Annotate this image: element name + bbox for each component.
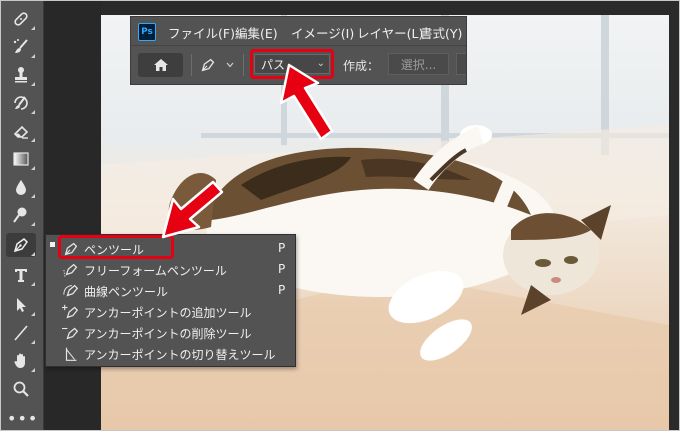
zoom-tool[interactable] bbox=[6, 377, 36, 401]
eraser-icon bbox=[13, 125, 29, 139]
home-icon bbox=[153, 59, 168, 71]
blur-tool[interactable] bbox=[6, 175, 36, 199]
menu-edit[interactable]: 編集(E) bbox=[235, 23, 278, 42]
stamp-icon bbox=[15, 67, 27, 83]
tools-panel: ••• bbox=[1, 1, 44, 430]
red-arrow-icon bbox=[161, 180, 224, 239]
type-tool[interactable] bbox=[6, 263, 36, 287]
line-icon bbox=[14, 325, 28, 341]
menu-file[interactable]: ファイル(F) bbox=[168, 23, 235, 42]
more-tools-icon[interactable]: ••• bbox=[7, 409, 38, 428]
history-brush-tool[interactable] bbox=[6, 91, 36, 115]
shortcut-key: P bbox=[278, 241, 286, 255]
add-anchor-point-icon bbox=[62, 304, 79, 319]
flyout-item-curvature-pen[interactable]: 曲線ペンツール P bbox=[46, 280, 295, 300]
pen-tool[interactable] bbox=[6, 233, 36, 257]
shortcut-key: P bbox=[278, 262, 286, 276]
flyout-item-freeform-pen[interactable]: フリーフォームペンツール P bbox=[46, 259, 295, 279]
history-brush-icon bbox=[14, 96, 28, 110]
delete-anchor-point-icon bbox=[62, 327, 79, 340]
healing-brush-tool[interactable] bbox=[6, 7, 36, 31]
flyout-item-delete-anchor[interactable]: アンカーポイントの削除ツール bbox=[46, 322, 295, 342]
bandage-icon bbox=[14, 12, 28, 26]
gradient-tool[interactable] bbox=[6, 147, 36, 171]
pen-icon bbox=[201, 58, 215, 72]
clone-stamp-tool[interactable] bbox=[6, 63, 36, 87]
flyout-item-label: アンカーポイントの切り替えツール bbox=[84, 348, 276, 362]
flyout-item-convert-anchor[interactable]: アンカーポイントの切り替えツール bbox=[46, 343, 295, 363]
screenshot-frame: ••• Ps ファイル(F) 編集(E) イメージ(I) レイヤー(L) 書式(… bbox=[0, 0, 680, 431]
flyout-item-label: フリーフォームペンツール bbox=[84, 264, 227, 278]
line-tool[interactable] bbox=[6, 321, 36, 345]
photoshop-logo-icon: Ps bbox=[138, 23, 156, 41]
tool-preset-picker[interactable] bbox=[199, 54, 237, 76]
pen-icon bbox=[13, 238, 28, 253]
mask-button[interactable] bbox=[456, 53, 466, 75]
freeform-pen-icon bbox=[63, 263, 78, 278]
menu-image[interactable]: イメージ(I) bbox=[291, 23, 354, 42]
red-arrow-icon bbox=[279, 63, 334, 141]
dodge-icon bbox=[13, 207, 27, 223]
chevron-down-icon bbox=[226, 62, 234, 68]
flyout-item-label: アンカーポイントの削除ツール bbox=[84, 327, 252, 341]
menu-bar: Ps ファイル(F) 編集(E) イメージ(I) レイヤー(L) 書式(Y) bbox=[131, 17, 466, 46]
make-selection-button[interactable]: 選択... bbox=[388, 53, 449, 75]
flyout-item-add-anchor[interactable]: アンカーポイントの追加ツール bbox=[46, 301, 295, 321]
magnifier-icon bbox=[13, 381, 29, 397]
shortcut-key: P bbox=[278, 283, 286, 297]
drop-icon bbox=[16, 180, 26, 195]
menu-layer[interactable]: レイヤー(L) bbox=[357, 23, 423, 42]
separator bbox=[191, 54, 192, 76]
flyout-item-label: アンカーポイントの追加ツール bbox=[84, 306, 252, 320]
hand-icon bbox=[14, 353, 25, 368]
highlight-box-pen-tool bbox=[58, 235, 174, 259]
convert-point-icon bbox=[65, 347, 77, 361]
home-button[interactable] bbox=[138, 53, 183, 77]
path-selection-tool[interactable] bbox=[6, 293, 36, 317]
type-icon bbox=[15, 269, 27, 282]
brush-icon bbox=[13, 39, 28, 53]
make-label: 作成： bbox=[343, 59, 380, 73]
hand-tool[interactable] bbox=[6, 349, 36, 373]
arrow-cursor-icon bbox=[17, 298, 26, 312]
separator bbox=[243, 54, 244, 76]
eraser-tool[interactable] bbox=[6, 119, 36, 143]
curvature-pen-icon bbox=[63, 284, 79, 297]
flyout-item-label: 曲線ペンツール bbox=[84, 285, 169, 299]
dodge-tool[interactable] bbox=[6, 203, 36, 227]
brush-tool[interactable] bbox=[6, 35, 36, 59]
gradient-icon bbox=[13, 152, 29, 166]
menu-type[interactable]: 書式(Y) bbox=[420, 23, 462, 42]
selected-bullet-icon bbox=[50, 242, 55, 247]
